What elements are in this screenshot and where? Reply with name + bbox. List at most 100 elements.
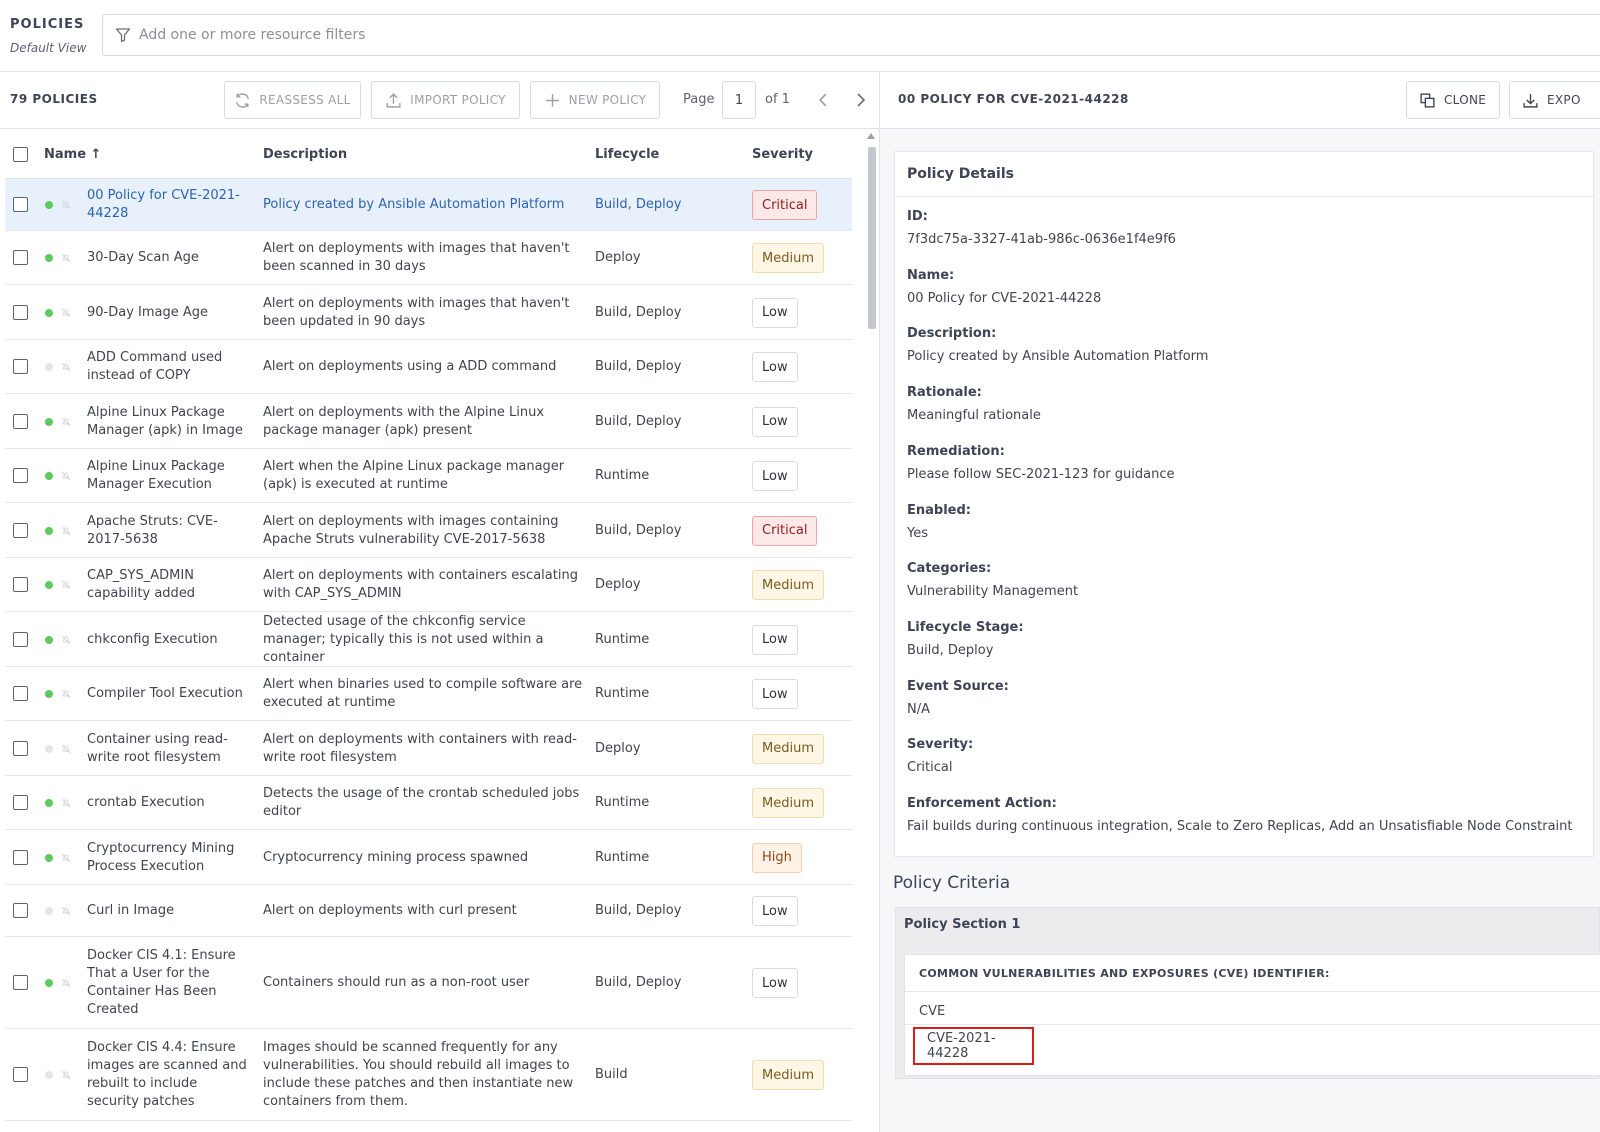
- resource-filter-input[interactable]: [139, 23, 939, 47]
- cve-field-value: CVE-2021-44228: [913, 1027, 1034, 1065]
- table-row[interactable]: Alpine Linux Package Manager Execution Al…: [5, 449, 852, 503]
- detail-value: Meaningful rationale: [907, 408, 1041, 424]
- cve-field-label: CVE: [919, 1004, 946, 1019]
- table-row[interactable]: CAP_SYS_ADMIN capability added Alert on d…: [5, 558, 852, 612]
- table-row[interactable]: Apache Struts: CVE-2017-5638 Alert on dep…: [5, 503, 852, 558]
- policy-name[interactable]: crontab Execution: [87, 794, 247, 812]
- policy-name[interactable]: Docker CIS 4.1: Ensure That a User for t…: [87, 947, 247, 1019]
- select-all-checkbox[interactable]: [13, 147, 28, 162]
- table-row[interactable]: Curl in Image Alert on deployments with c…: [5, 885, 852, 937]
- scroll-up-arrow-icon[interactable]: [867, 133, 875, 139]
- policy-name[interactable]: 90-Day Image Age: [87, 304, 247, 322]
- reassess-all-button[interactable]: REASSESS ALL: [224, 81, 361, 119]
- row-checkbox[interactable]: [13, 740, 28, 756]
- policy-name[interactable]: 00 Policy for CVE-2021-44228: [87, 187, 247, 223]
- detail-label: Rationale:: [907, 385, 982, 401]
- policy-name[interactable]: 30-Day Scan Age: [87, 249, 247, 267]
- row-checkbox[interactable]: [13, 795, 28, 810]
- table-row[interactable]: 30-Day Scan Age Alert on deployments with…: [5, 231, 852, 285]
- severity-badge: Low: [752, 679, 798, 709]
- policy-name[interactable]: ADD Command used instead of COPY: [87, 349, 247, 385]
- column-lifecycle[interactable]: Lifecycle: [595, 147, 659, 162]
- row-checkbox[interactable]: [13, 468, 28, 483]
- row-checkbox[interactable]: [13, 975, 28, 990]
- bell-slash-icon: [61, 906, 71, 916]
- policy-name[interactable]: CAP_SYS_ADMIN capability added: [87, 567, 247, 603]
- card-divider: [895, 196, 1595, 197]
- new-policy-button[interactable]: NEW POLICY: [530, 81, 660, 119]
- policy-name[interactable]: Docker CIS 4.4: Ensure images are scanne…: [87, 1039, 247, 1111]
- policy-name[interactable]: Compiler Tool Execution: [87, 685, 247, 703]
- import-policy-button[interactable]: IMPORT POLICY: [371, 81, 520, 119]
- table-row[interactable]: Docker CIS 4.1: Ensure That a User for t…: [5, 937, 852, 1029]
- table-row[interactable]: 00 Policy for CVE-2021-44228 Policy creat…: [5, 179, 852, 231]
- policy-lifecycle: Runtime: [595, 631, 650, 647]
- enabled-status-dot: [45, 363, 53, 371]
- table-row[interactable]: Docker CIS 4.4: Ensure images are scanne…: [5, 1029, 852, 1121]
- policy-details-title: Policy Details: [907, 166, 1014, 182]
- row-checkbox[interactable]: [13, 631, 28, 647]
- policy-lifecycle: Build, Deploy: [595, 522, 682, 538]
- policy-name[interactable]: chkconfig Execution: [87, 631, 247, 649]
- policy-name[interactable]: Alpine Linux Package Manager Execution: [87, 458, 247, 494]
- detail-label: Enforcement Action:: [907, 796, 1057, 811]
- enabled-status-dot: [45, 1071, 53, 1079]
- policy-lifecycle: Build, Deploy: [595, 903, 682, 918]
- filter-icon: [115, 28, 131, 43]
- policy-field-group: COMMON VULNERABILITIES AND EXPOSURES (CV…: [904, 954, 1600, 1076]
- enabled-status-dot: [45, 907, 53, 915]
- table-row[interactable]: Container using read-write root filesyst…: [5, 721, 852, 776]
- detail-value: Yes: [907, 525, 928, 541]
- policy-detail-panel: 00 POLICY FOR CVE-2021-44228 CLONE EXPO …: [880, 72, 1600, 1132]
- page-number-input[interactable]: 1: [722, 81, 756, 119]
- policy-lifecycle: Build, Deploy: [595, 413, 682, 429]
- policy-description: Alert on deployments with images that ha…: [263, 241, 570, 274]
- row-checkbox[interactable]: [13, 304, 28, 320]
- clone-button[interactable]: CLONE: [1406, 81, 1500, 119]
- table-row[interactable]: 90-Day Image Age Alert on deployments wit…: [5, 285, 852, 340]
- bell-slash-icon: [61, 853, 71, 862]
- row-checkbox[interactable]: [13, 250, 28, 265]
- row-checkbox[interactable]: [13, 522, 28, 538]
- enabled-status-dot: [45, 744, 53, 753]
- policy-name[interactable]: Cryptocurrency Mining Process Execution: [87, 840, 247, 876]
- row-checkbox[interactable]: [13, 577, 28, 592]
- policy-lifecycle: Runtime: [595, 849, 650, 865]
- row-checkbox[interactable]: [13, 197, 28, 212]
- column-description[interactable]: Description: [263, 147, 347, 162]
- table-row[interactable]: Compiler Tool Execution Alert when binari…: [5, 667, 852, 721]
- next-page-button[interactable]: [850, 88, 872, 112]
- severity-badge: Low: [752, 352, 798, 382]
- column-name[interactable]: Name ↑: [44, 147, 101, 162]
- row-checkbox[interactable]: [13, 413, 28, 429]
- scrollbar-thumb[interactable]: [868, 147, 876, 329]
- row-checkbox[interactable]: [13, 903, 28, 918]
- bell-slash-icon: [61, 362, 71, 372]
- policy-lifecycle: Deploy: [595, 740, 641, 756]
- enabled-status-dot: [45, 254, 53, 262]
- resource-filter-bar[interactable]: [102, 14, 1600, 56]
- table-row[interactable]: Alpine Linux Package Manager (apk) in Im…: [5, 394, 852, 449]
- row-checkbox[interactable]: [13, 359, 28, 374]
- page-label: Page: [683, 92, 715, 107]
- bell-slash-icon: [61, 417, 71, 426]
- row-checkbox[interactable]: [13, 686, 28, 701]
- detail-value: N/A: [907, 701, 930, 717]
- policy-lifecycle: Deploy: [595, 250, 641, 265]
- policy-name[interactable]: Alpine Linux Package Manager (apk) in Im…: [87, 404, 247, 440]
- column-severity[interactable]: Severity: [752, 147, 813, 162]
- table-row[interactable]: crontab Execution Detects the usage of th…: [5, 776, 852, 830]
- enabled-status-dot: [45, 853, 53, 862]
- export-button[interactable]: EXPO: [1509, 81, 1600, 119]
- table-row[interactable]: Cryptocurrency Mining Process Execution C…: [5, 830, 852, 885]
- row-checkbox[interactable]: [13, 1067, 28, 1082]
- row-checkbox[interactable]: [13, 849, 28, 865]
- policy-name[interactable]: Container using read-write root filesyst…: [87, 731, 247, 767]
- table-row[interactable]: chkconfig Execution Detected usage of the…: [5, 612, 852, 667]
- table-row[interactable]: ADD Command used instead of COPY Alert on…: [5, 340, 852, 394]
- previous-page-button[interactable]: [812, 88, 834, 112]
- group-divider: [905, 991, 1600, 992]
- bell-slash-icon: [61, 471, 71, 481]
- policy-name[interactable]: Curl in Image: [87, 902, 247, 920]
- policy-name[interactable]: Apache Struts: CVE-2017-5638: [87, 513, 247, 549]
